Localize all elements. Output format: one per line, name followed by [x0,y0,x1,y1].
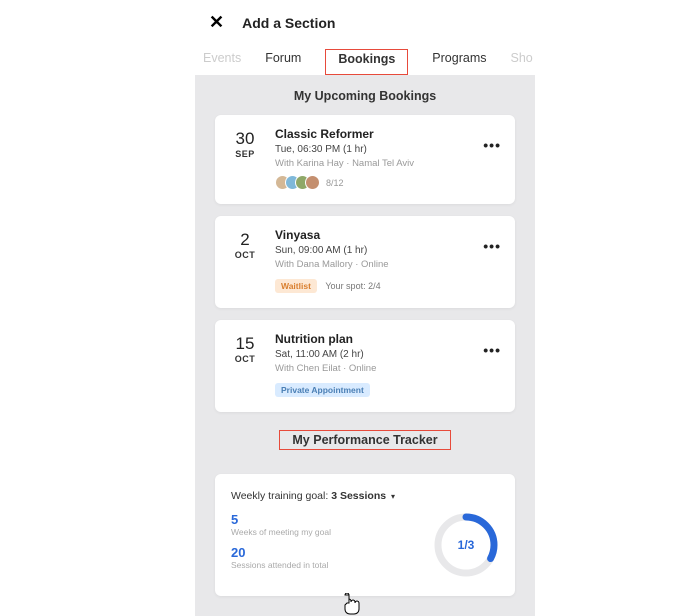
date-month: OCT [231,354,259,364]
progress-ring: 1/3 [433,512,499,578]
goal-value: 3 Sessions [331,490,386,502]
booking-time: Tue, 06:30 PM (1 hr) [275,144,499,155]
close-icon[interactable]: ✕ [209,12,224,33]
tab-programs[interactable]: Programs [432,51,486,75]
progress-label: 1/3 [433,512,499,578]
booking-with: With Chen Eilat · Online [275,363,499,374]
stat-sessions: 20 [231,545,331,560]
booking-card[interactable]: 2 OCT Vinyasa Sun, 09:00 AM (1 hr) With … [215,216,515,308]
date-month: OCT [231,250,259,260]
chevron-down-icon: ▾ [391,492,395,501]
tab-shop[interactable]: Sho [510,51,532,75]
section-tabs: Events Forum Bookings Programs Sho [195,41,535,75]
avatar-count: 8/12 [326,178,344,188]
booking-date: 30 SEP [231,127,259,190]
booking-time: Sun, 09:00 AM (1 hr) [275,245,499,256]
booking-card[interactable]: 15 OCT Nutrition plan Sat, 11:00 AM (2 h… [215,320,515,412]
tab-bookings[interactable]: Bookings [325,49,408,75]
booking-time: Sat, 11:00 AM (2 hr) [275,349,499,360]
booking-date: 15 OCT [231,332,259,398]
upcoming-title: My Upcoming Bookings [215,89,515,103]
date-day: 15 [231,334,259,354]
booking-name: Nutrition plan [275,332,499,346]
dialog-title: Add a Section [242,15,335,31]
more-icon[interactable]: ••• [483,342,501,358]
tab-forum[interactable]: Forum [265,51,301,75]
booking-name: Classic Reformer [275,127,499,141]
spot-text: Your spot: 2/4 [325,281,380,291]
booking-card[interactable]: 30 SEP Classic Reformer Tue, 06:30 PM (1… [215,115,515,204]
tracker-title: My Performance Tracker [279,430,450,450]
waitlist-badge: Waitlist [275,279,317,293]
stat-weeks: 5 [231,512,331,527]
date-day: 2 [231,230,259,250]
date-day: 30 [231,129,259,149]
date-month: SEP [231,149,259,159]
content-panel: My Upcoming Bookings 30 SEP Classic Refo… [195,75,535,616]
more-icon[interactable]: ••• [483,137,501,153]
private-badge: Private Appointment [275,383,370,397]
booking-with: With Karina Hay · Namal Tel Aviv [275,158,499,169]
goal-selector[interactable]: Weekly training goal: 3 Sessions ▾ [231,490,499,502]
booking-avatars: 8/12 [275,175,499,190]
more-icon[interactable]: ••• [483,238,501,254]
booking-date: 2 OCT [231,228,259,294]
goal-label: Weekly training goal: [231,490,331,502]
booking-with: With Dana Mallory · Online [275,259,499,270]
booking-name: Vinyasa [275,228,499,242]
stat-weeks-label: Weeks of meeting my goal [231,527,331,537]
tab-events[interactable]: Events [203,51,241,75]
stat-sessions-label: Sessions attended in total [231,560,331,570]
dialog-header: ✕ Add a Section [195,8,535,41]
tracker-card: Weekly training goal: 3 Sessions ▾ 5 Wee… [215,474,515,596]
